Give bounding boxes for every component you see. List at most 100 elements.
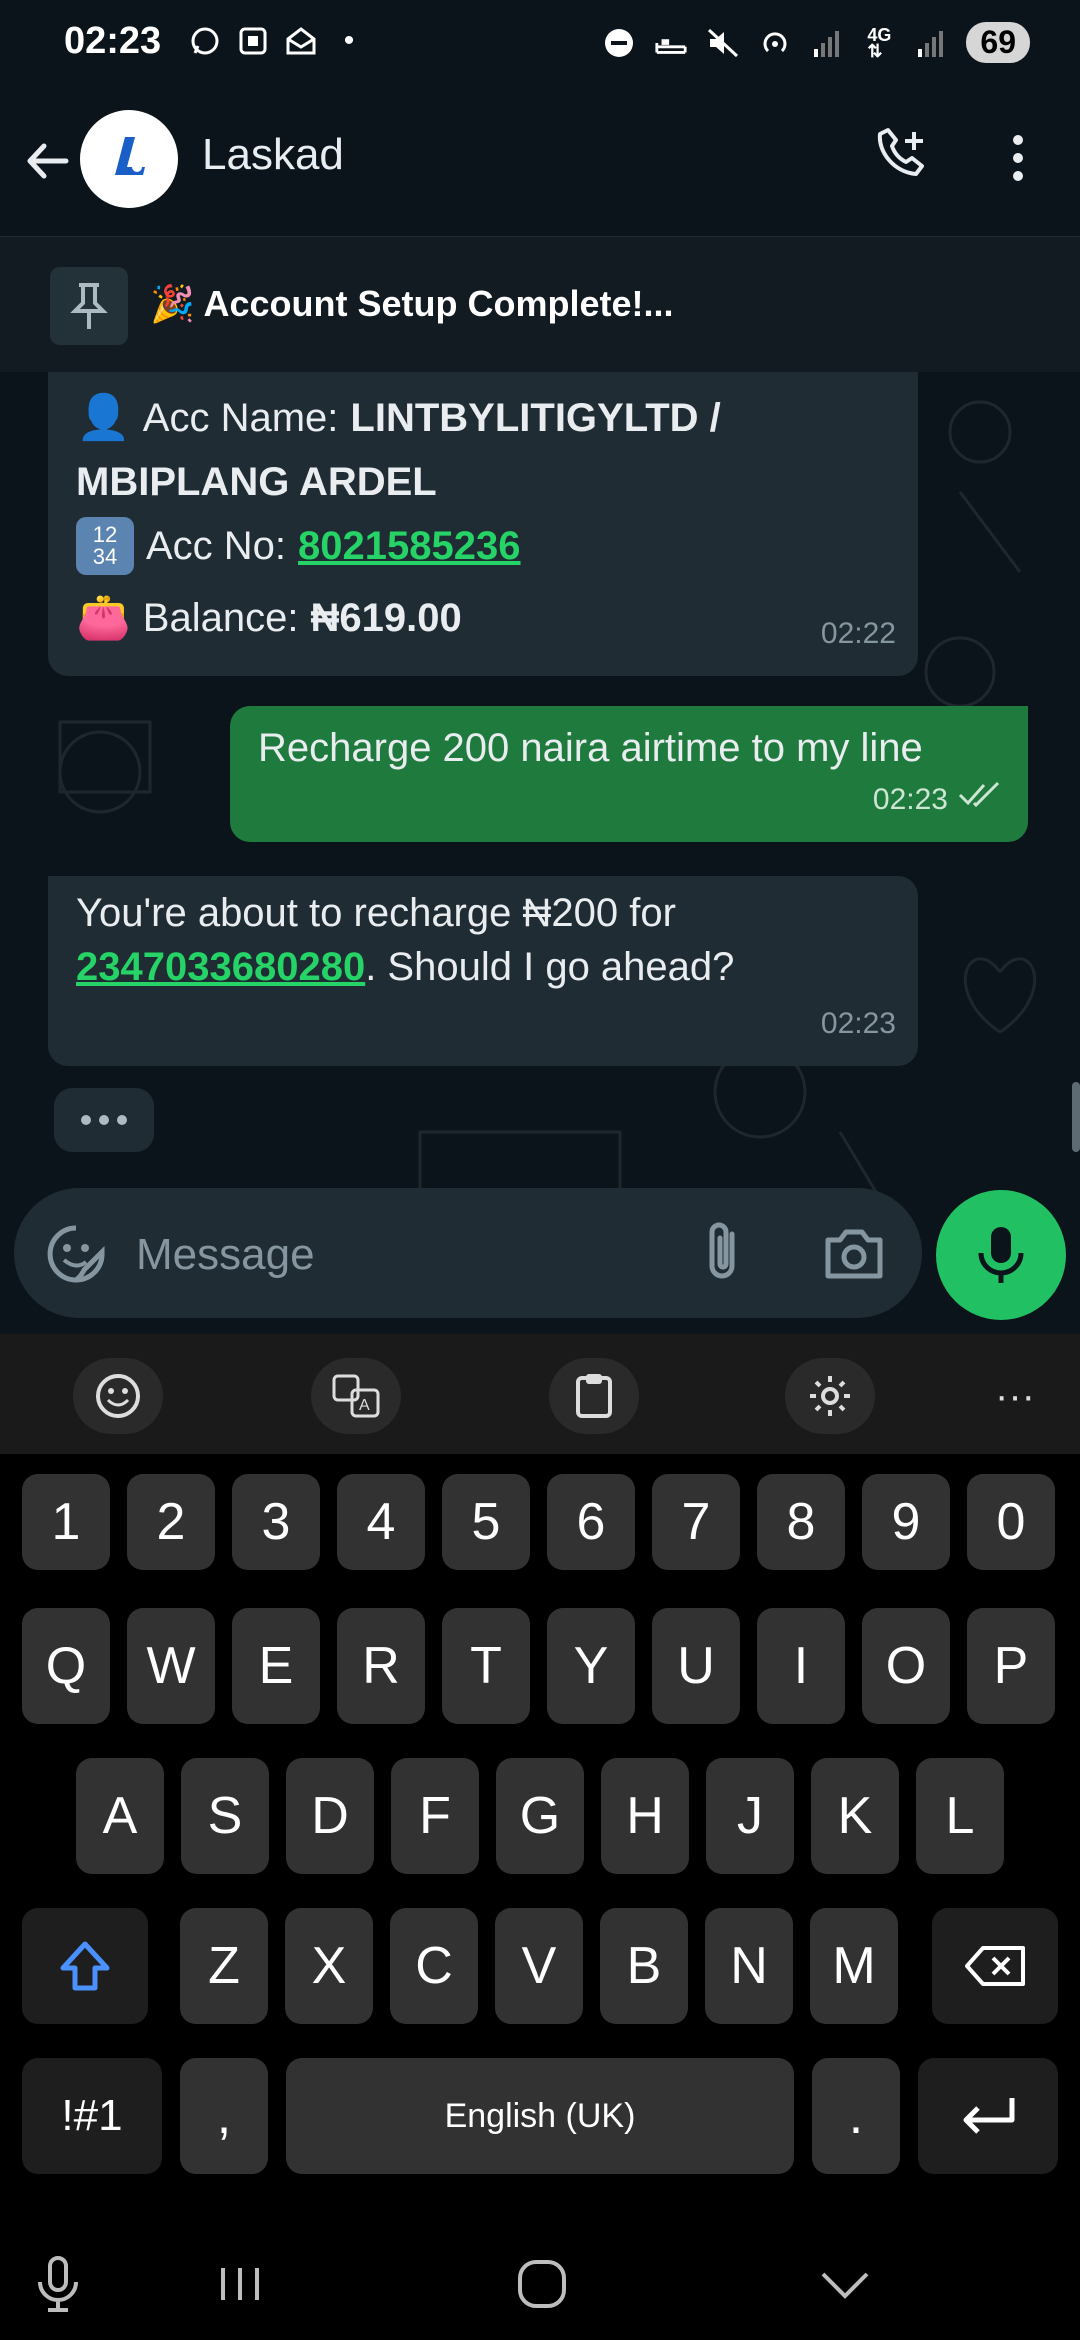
key-e[interactable]: E [232, 1608, 320, 1724]
party-emoji-icon: 🎉 [150, 283, 195, 324]
acc-name-continued: MBIPLANG ARDEL [76, 460, 437, 504]
key-s[interactable]: S [181, 1758, 269, 1874]
message-composer [14, 1188, 922, 1318]
scan-notification-icon [236, 24, 270, 58]
typing-indicator [54, 1088, 154, 1152]
scroll-handle[interactable] [1072, 1082, 1080, 1152]
key-f[interactable]: F [391, 1758, 479, 1874]
key-p[interactable]: P [967, 1608, 1055, 1724]
message-input[interactable] [134, 1224, 698, 1286]
key-4[interactable]: 4 [337, 1474, 425, 1570]
message-timestamp: 02:23 [872, 783, 948, 816]
key-d[interactable]: D [286, 1758, 374, 1874]
key-m[interactable]: M [810, 1908, 898, 2024]
key-9[interactable]: 9 [862, 1474, 950, 1570]
key-8[interactable]: 8 [757, 1474, 845, 1570]
keyboard: A ··· 1234567890QWERTYUIOPASDFGHJKLZXCVB… [0, 1334, 1080, 2224]
key-7[interactable]: 7 [652, 1474, 740, 1570]
key-5[interactable]: 5 [442, 1474, 530, 1570]
shift-key[interactable] [22, 1908, 148, 2024]
camera-icon[interactable] [822, 1222, 886, 1286]
phone-number-link[interactable]: 2347033680280 [76, 945, 365, 989]
space-bar[interactable]: English (UK) [286, 2058, 794, 2174]
status-notification-icons: • [188, 24, 366, 58]
voice-input-mic-icon[interactable] [28, 2254, 88, 2314]
hide-keyboard-chevron-icon[interactable] [815, 2254, 875, 2314]
person-silhouette-icon: 👤 [76, 393, 131, 442]
incoming-message-confirmation[interactable]: You're about to recharge ₦200 for 234703… [48, 876, 918, 1066]
microphone-icon [978, 1227, 1024, 1283]
backspace-icon [965, 1946, 1025, 1986]
sleep-mode-icon [654, 26, 688, 60]
key-r[interactable]: R [337, 1608, 425, 1724]
emoji-icon[interactable] [73, 1358, 163, 1434]
message-text: You're about to recharge ₦200 for [76, 891, 676, 935]
contact-avatar[interactable] [80, 110, 178, 208]
key-b[interactable]: B [600, 1908, 688, 2024]
key-i[interactable]: I [757, 1608, 845, 1724]
key-x[interactable]: X [285, 1908, 373, 2024]
chat-title[interactable]: Laskad [202, 130, 344, 180]
message-timestamp: 02:22 [820, 617, 896, 650]
message-text: Recharge 200 naira airtime to my line [258, 726, 923, 770]
key-3[interactable]: 3 [232, 1474, 320, 1570]
incoming-message-account-details[interactable]: 👤 Acc Name: LINTBYLITIGYLTD / MBIPLANG A… [48, 372, 918, 676]
more-notifications-dot-icon: • [343, 24, 355, 57]
add-call-icon[interactable] [870, 126, 930, 186]
key-u[interactable]: U [652, 1608, 740, 1724]
battery-level: 69 [966, 22, 1030, 63]
home-icon[interactable] [512, 2254, 572, 2314]
more-tools-icon[interactable]: ··· [970, 1358, 1060, 1434]
status-time: 02:23 [64, 20, 162, 62]
period-key[interactable]: . [812, 2058, 900, 2174]
paperclip-icon[interactable] [694, 1220, 754, 1286]
do-not-disturb-icon [602, 26, 636, 60]
laskad-logo-icon [115, 137, 145, 175]
back-arrow-icon[interactable] [22, 136, 72, 186]
system-navigation-bar [0, 2224, 1080, 2340]
voice-message-button[interactable] [936, 1190, 1066, 1320]
key-z[interactable]: Z [180, 1908, 268, 2024]
clipboard-icon[interactable] [549, 1358, 639, 1434]
chat-area[interactable]: 👤 Acc Name: LINTBYLITIGYLTD / MBIPLANG A… [0, 372, 1080, 1328]
key-j[interactable]: J [706, 1758, 794, 1874]
status-bar: 02:23 • 4G ⇅ 69 [0, 0, 1080, 88]
key-c[interactable]: C [390, 1908, 478, 2024]
translate-icon[interactable]: A [311, 1358, 401, 1434]
key-y[interactable]: Y [547, 1608, 635, 1724]
key-g[interactable]: G [496, 1758, 584, 1874]
symbols-key[interactable]: !#1 [22, 2058, 162, 2174]
key-v[interactable]: V [495, 1908, 583, 2024]
key-l[interactable]: L [916, 1758, 1004, 1874]
status-system-icons: 4G ⇅ 69 [602, 22, 1030, 63]
key-a[interactable]: A [76, 1758, 164, 1874]
key-6[interactable]: 6 [547, 1474, 635, 1570]
whatsapp-notification-icon [188, 24, 222, 58]
backspace-key[interactable] [932, 1908, 1058, 2024]
key-1[interactable]: 1 [22, 1474, 110, 1570]
pinned-message-bar[interactable]: 🎉 Account Setup Complete!... [0, 236, 1080, 374]
recent-apps-icon[interactable] [210, 2254, 270, 2314]
key-t[interactable]: T [442, 1608, 530, 1724]
mail-notification-icon [284, 24, 318, 58]
key-n[interactable]: N [705, 1908, 793, 2024]
key-w[interactable]: W [127, 1608, 215, 1724]
key-0[interactable]: 0 [967, 1474, 1055, 1570]
enter-key[interactable] [918, 2058, 1058, 2174]
account-number-link[interactable]: 8021585236 [298, 514, 520, 578]
signal-2-icon [914, 26, 948, 60]
outgoing-message[interactable]: Recharge 200 naira airtime to my line 02… [230, 706, 1028, 842]
key-2[interactable]: 2 [127, 1474, 215, 1570]
key-h[interactable]: H [601, 1758, 689, 1874]
comma-key[interactable]: , [180, 2058, 268, 2174]
shift-arrow-icon [60, 1941, 110, 1991]
numbers-icon: 12 34 [76, 517, 134, 575]
key-o[interactable]: O [862, 1608, 950, 1724]
acc-name-line: 👤 Acc Name: LINTBYLITIGYLTD / [76, 386, 896, 450]
key-q[interactable]: Q [22, 1608, 110, 1724]
key-k[interactable]: K [811, 1758, 899, 1874]
more-options-icon[interactable] [1000, 128, 1036, 188]
settings-gear-icon[interactable] [785, 1358, 875, 1434]
svg-text:A: A [359, 1397, 370, 1414]
sticker-emoji-icon[interactable] [44, 1222, 108, 1286]
